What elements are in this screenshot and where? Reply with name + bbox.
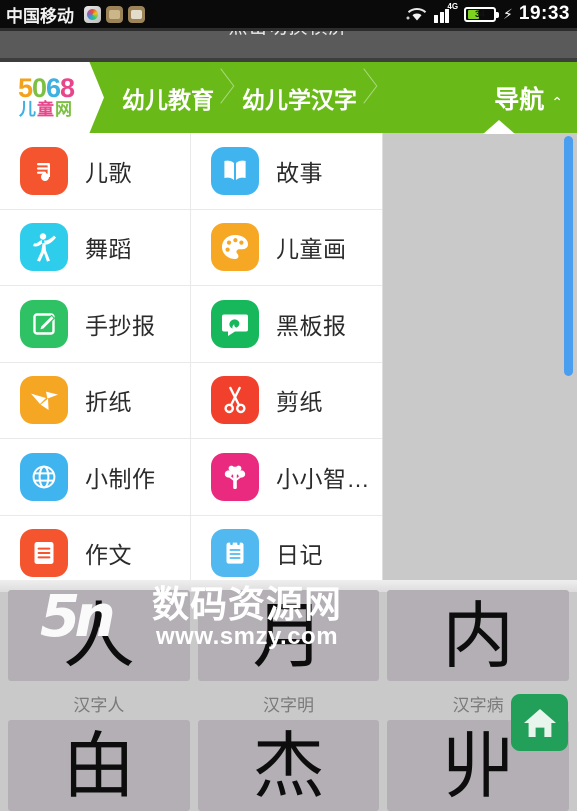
menu-item-riji[interactable]: 日记 — [191, 516, 382, 582]
menu-item-ergue[interactable]: 儿歌 — [0, 133, 191, 210]
character-thumbnail: 内 — [387, 590, 570, 681]
site-navbar: 5068 儿童网 幼儿教育 幼儿学汉字 导航 ⌃ — [0, 62, 577, 134]
menu-item-label: 儿歌 — [85, 159, 132, 186]
character-glyph: 杰 — [252, 723, 325, 808]
dropdown-pointer — [483, 120, 515, 134]
status-bar: 中国移动 4G 34 ⚡ 19:33 — [0, 0, 577, 28]
character-caption: 汉字人 — [73, 696, 125, 715]
menu-item-jianzhi[interactable]: 剪纸 — [191, 363, 382, 439]
menu-item-heibanbao[interactable]: 黑板报 — [191, 286, 382, 363]
character-card[interactable]: 甶 — [8, 720, 190, 811]
music-note-icon — [20, 146, 68, 195]
menu-item-shouchaobao[interactable]: 手抄报 — [0, 286, 191, 363]
signal-bars-icon: 4G — [434, 2, 459, 23]
home-button[interactable] — [511, 694, 568, 751]
home-icon — [522, 706, 558, 740]
menu-item-zhezhi[interactable]: 折纸 — [0, 362, 191, 439]
pencil-note-icon — [20, 299, 68, 348]
chevron-up-icon: ⌃ — [551, 93, 563, 110]
character-card[interactable]: 人 汉字人 — [8, 590, 190, 716]
character-card[interactable]: 月 汉字明 — [197, 590, 380, 716]
notepad-icon — [211, 529, 259, 578]
menu-item-label: 儿童画 — [276, 236, 347, 263]
page-content-behind-dropdown: 人 汉字人 月 汉字明 内 汉字病 甶 杰 丱 — [0, 580, 577, 811]
character-thumbnail: 人 — [8, 590, 190, 681]
menu-item-label: 折纸 — [85, 389, 132, 416]
network-type-label: 4G — [447, 2, 459, 11]
globe-icon — [20, 452, 68, 501]
image-icon — [128, 5, 145, 23]
character-glyph: 内 — [442, 593, 515, 678]
menu-item-label: 剪纸 — [276, 389, 323, 416]
menu-item-gushi[interactable]: 故事 — [191, 133, 382, 210]
menu-item-label: 故事 — [276, 159, 323, 186]
site-logo[interactable]: 5068 儿童网 — [0, 62, 104, 133]
scissors-icon — [211, 376, 259, 425]
character-thumbnail: 杰 — [197, 720, 380, 811]
gallery-icon — [84, 5, 101, 23]
menu-item-ertonghua[interactable]: 儿童画 — [191, 210, 382, 286]
menu-item-xiaozhizuo[interactable]: 小制作 — [0, 439, 191, 516]
battery-percent: 34 — [475, 8, 486, 19]
breadcrumb-item-2[interactable]: 幼儿学汉字 — [224, 62, 367, 133]
character-caption: 汉字明 — [263, 696, 314, 715]
character-thumbnail: 甶 — [8, 720, 190, 811]
menu-item-xiaoxiaozhi[interactable]: 小小智… — [191, 439, 382, 516]
wifi-icon — [406, 6, 428, 23]
character-glyph: 月 — [252, 593, 325, 678]
app-icon — [106, 5, 123, 23]
open-book-icon — [211, 146, 259, 195]
menu-item-zuowen[interactable]: 作文 — [0, 515, 191, 581]
charging-icon: ⚡ — [503, 5, 513, 22]
paper-crane-icon — [20, 376, 68, 425]
status-indicators: 4G 34 ⚡ 19:33 — [406, 2, 570, 25]
palette-icon — [211, 223, 259, 272]
menu-item-label: 日记 — [276, 542, 323, 569]
logo-number: 5068 — [17, 73, 75, 103]
breadcrumb-label: 幼儿学汉字 — [242, 86, 357, 113]
menu-item-label: 小制作 — [85, 465, 156, 492]
nav-dropdown-panel: 儿歌 故事 舞蹈 儿童画 手抄报 黑板报 折纸 剪纸 小制作 小小智… 作文 日… — [0, 133, 383, 581]
character-row-2: 甶 杰 丱 — [0, 720, 577, 811]
clock-label: 19:33 — [518, 3, 570, 24]
dancer-icon — [20, 223, 68, 272]
character-card[interactable]: 杰 — [197, 720, 380, 811]
logo-name: 儿童网 — [19, 100, 73, 119]
menu-item-label: 黑板报 — [276, 312, 347, 339]
character-glyph: 人 — [62, 593, 135, 678]
nav-toggle-button[interactable]: 导航 ⌃ — [494, 80, 563, 116]
menu-item-label: 舞蹈 — [85, 236, 132, 263]
character-glyph: 丱 — [442, 723, 515, 808]
chevron-right-icon — [351, 62, 373, 133]
breadcrumb-item-1[interactable]: 幼儿教育 — [104, 62, 224, 133]
rotate-hint-bar[interactable]: 点击切换横屏 — [0, 28, 577, 62]
character-thumbnail: 月 — [197, 590, 380, 681]
breadcrumb-label: 幼儿教育 — [122, 86, 214, 113]
notification-icons — [84, 5, 145, 23]
character-row-1: 人 汉字人 月 汉字明 内 汉字病 — [0, 590, 577, 716]
menu-item-wudao[interactable]: 舞蹈 — [0, 209, 191, 286]
nav-toggle-label: 导航 — [494, 85, 545, 114]
menu-item-label: 手抄报 — [85, 312, 156, 339]
document-icon — [20, 529, 68, 578]
vertical-scrollbar[interactable] — [564, 136, 573, 376]
menu-item-label: 作文 — [85, 542, 132, 569]
chalkboard-icon — [211, 299, 259, 348]
battery-icon: 34 — [464, 6, 500, 22]
character-glyph: 甶 — [62, 723, 135, 808]
menu-item-label: 小小智… — [276, 465, 370, 492]
tree-icon — [211, 452, 259, 501]
carrier-label: 中国移动 — [6, 6, 74, 26]
